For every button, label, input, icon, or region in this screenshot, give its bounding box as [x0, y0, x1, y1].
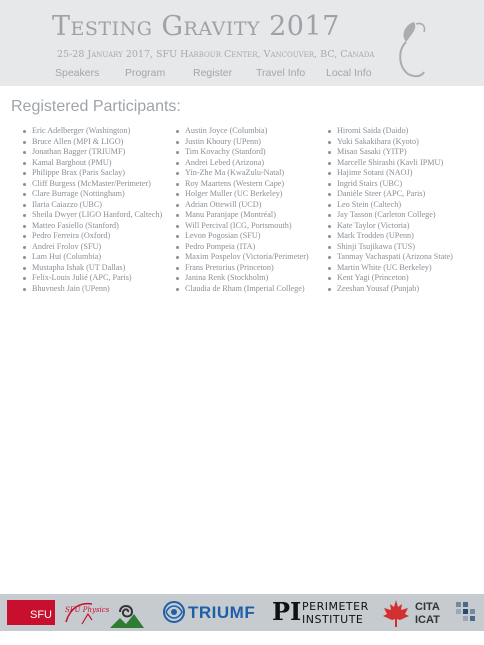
participant-item: Hajime Sotani (NAOJ): [326, 168, 453, 179]
nav-travel-info[interactable]: Travel Info: [256, 67, 305, 79]
conference-title: Testing Gravity 2017: [52, 11, 340, 42]
participant-item: Hiromi Saida (Daido): [326, 126, 453, 137]
participant-item: Justin Khoury (UPenn): [174, 137, 309, 148]
participant-item: Will Percival (ICG, Portsmouth): [174, 221, 309, 232]
conference-subtitle: 25-28 January 2017, SFU Harbour Center, …: [57, 49, 375, 60]
site-header: Testing Gravity 2017 25-28 January 2017,…: [0, 0, 484, 86]
participant-item: Austin Joyce (Columbia): [174, 126, 309, 137]
participant-item: Mustapha Ishak (UT Dallas): [21, 263, 162, 274]
sponsor-footer: SFU SFU Physics TRIUMF ΡΙ PERIMETER INST…: [0, 594, 484, 631]
sfu-physics-logo[interactable]: SFU Physics: [62, 594, 109, 631]
sfu-logo[interactable]: SFU: [7, 594, 55, 631]
participant-item: Ingrid Stairs (UBC): [326, 179, 453, 190]
cita-icat-logo[interactable]: CITA ICAT: [380, 594, 450, 631]
sfu-logo-text: SFU: [30, 609, 52, 621]
participant-item: Martin White (UC Berkeley): [326, 263, 453, 274]
icat-text: ICAT: [415, 614, 440, 626]
participant-item: Marcelle Shirashi (Kavli IPMU): [326, 158, 453, 169]
main-nav: Speakers Program Register Travel Info Lo…: [0, 67, 484, 83]
participant-item: Roy Maartens (Western Cape): [174, 179, 309, 190]
participant-item: Danièle Steer (APC, Paris): [326, 189, 453, 200]
participant-item: Claudia de Rham (Imperial College): [174, 284, 309, 295]
participant-item: Tim Kovachy (Stanford): [174, 147, 309, 158]
participant-item: Sheila Dwyer (LIGO Hanford, Caltech): [21, 210, 162, 221]
participant-item: Tanmay Vachaspati (Arizona State): [326, 252, 453, 263]
participant-item: Andrei Frolov (SFU): [21, 242, 162, 253]
participant-item: Bruce Allen (MPI & LIGO): [21, 137, 162, 148]
participant-item: Frans Pretorius (Princeton): [174, 263, 309, 274]
pixel-squares-logo[interactable]: [452, 594, 480, 631]
participant-item: Matteo Fasiello (Stanford): [21, 221, 162, 232]
participant-item: Philippe Brax (Paris Saclay): [21, 168, 162, 179]
participant-item: Holger Muller (UC Berkeley): [174, 189, 309, 200]
participant-item: Manu Paranjape (Montréal): [174, 210, 309, 221]
participant-item: Leo Stein (Caltech): [326, 200, 453, 211]
participant-item: Pedro Pompeia (ITA): [174, 242, 309, 253]
participant-item: Yin-Zhe Ma (KwaZulu-Natal): [174, 168, 309, 179]
triumf-logo[interactable]: TRIUMF: [160, 594, 264, 631]
nav-speakers[interactable]: Speakers: [55, 67, 99, 79]
participant-item: Jay Tasson (Carleton College): [326, 210, 453, 221]
perimeter-institute-logo[interactable]: ΡΙ PERIMETER INSTITUTE: [272, 594, 376, 631]
triumf-logo-text: TRIUMF: [188, 603, 256, 622]
spiral-mountain-logo[interactable]: [106, 594, 148, 631]
participant-item: Pedro Ferreira (Oxford): [21, 231, 162, 242]
participant-item: Adrian Ottewill (UCD): [174, 200, 309, 211]
participant-item: Bhuvnesh Jain (UPenn): [21, 284, 162, 295]
participant-item: Cliff Burgess (McMaster/Perimeter): [21, 179, 162, 190]
participant-item: Clare Burrage (Nottingham): [21, 189, 162, 200]
participants-column-2: Austin Joyce (Columbia) Justin Khoury (UP…: [174, 126, 309, 294]
participant-item: Ilaria Caiazzo (UBC): [21, 200, 162, 211]
participant-item: Lam Hui (Columbia): [21, 252, 162, 263]
nav-register[interactable]: Register: [193, 67, 232, 79]
participant-item: Kent Yagi (Princeton): [326, 273, 453, 284]
participant-item: Mark Trodden (UPenn): [326, 231, 453, 242]
participant-item: Kamal Barghout (PMU): [21, 158, 162, 169]
participant-item: Yuki Sakakihara (Kyoto): [326, 137, 453, 148]
participant-item: Jonathan Bagger (TRIUMF): [21, 147, 162, 158]
participant-item: Maxim Pospelov (Victoria/Perimeter): [174, 252, 309, 263]
participants-column-3: Hiromi Saida (Daido) Yuki Sakakihara (Kyo…: [326, 126, 453, 294]
perimeter-text: PERIMETER: [302, 600, 369, 613]
participant-item: Janina Renk (Stockholm): [174, 273, 309, 284]
participant-item: Kate Taylor (Victoria): [326, 221, 453, 232]
nav-local-info[interactable]: Local Info: [326, 67, 372, 79]
cita-text: CITA: [415, 601, 440, 613]
participant-item: Misao Sasaki (YITP): [326, 147, 453, 158]
institute-text: INSTITUTE: [302, 613, 364, 626]
participant-item: Zeeshan Yousaf (Punjab): [326, 284, 453, 295]
page-heading: Registered Participants:: [11, 98, 181, 115]
sfu-physics-text: SFU Physics: [65, 606, 110, 614]
participant-item: Levon Pogosian (SFU): [174, 231, 309, 242]
participant-item: Andrei Lebed (Arizona): [174, 158, 309, 169]
participant-item: Eric Adelberger (Washington): [21, 126, 162, 137]
pi-glyph-icon: ΡΙ: [272, 597, 302, 626]
participant-item: Shinji Tsujikawa (TUS): [326, 242, 453, 253]
participants-column-1: Eric Adelberger (Washington) Bruce Allen …: [21, 126, 162, 294]
participant-item: Felix-Louis Julié (APC, Paris): [21, 273, 162, 284]
nav-program[interactable]: Program: [125, 67, 165, 79]
